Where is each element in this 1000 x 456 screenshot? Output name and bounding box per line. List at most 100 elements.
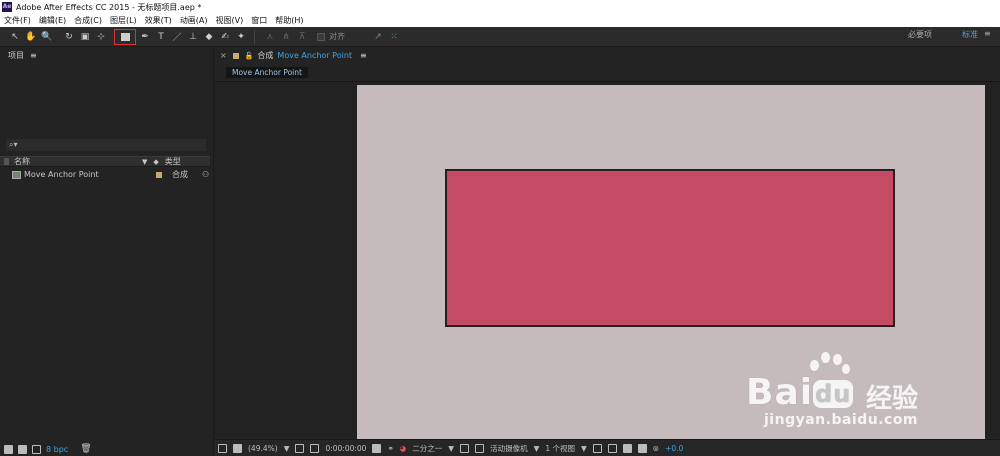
menu-edit[interactable]: 编辑(E) <box>35 15 70 26</box>
close-panel-icon[interactable]: × <box>220 51 227 60</box>
menu-file[interactable]: 文件(F) <box>0 15 35 26</box>
rectangle-shape-icon <box>120 32 130 41</box>
views-arrow-icon[interactable]: ▼ <box>581 444 587 453</box>
toolbar-divider <box>254 29 255 44</box>
project-panel-menu-icon[interactable]: ≡ <box>30 51 37 60</box>
camera-arrow-icon[interactable]: ▼ <box>534 444 540 453</box>
comp-label-swatch <box>232 52 239 59</box>
zoom-dropdown-arrow-icon[interactable]: ▼ <box>284 444 290 453</box>
snapshot-icon[interactable] <box>372 443 382 453</box>
baidu-jingyan-watermark: Baidu 经验 jingyan.baidu.com <box>746 350 946 436</box>
camera-tool-icon[interactable]: ▣ <box>78 30 92 44</box>
tools-toolbar: ↖ ✋ 🔍 ↻ ▣ ⊹ ✒ T ／ ⊥ ◆ ✍ ✦ ⋏ ⋔ ⊼ 对齐 ↗ ⁙ 必… <box>0 27 1000 47</box>
project-panel: 项目 ≡ ⌕▾ 名称 ▼ ◆ 类型 Move Anchor Point 合成 ⚇… <box>0 48 210 456</box>
name-column-header[interactable]: 名称 <box>14 156 142 167</box>
type-tool-icon[interactable]: T <box>154 30 168 44</box>
flowchart-view-icon[interactable] <box>637 443 647 453</box>
window-title: Adobe After Effects CC 2015 - 无标题项目.aep … <box>16 2 202 12</box>
world-axis-icon[interactable]: ⋔ <box>279 30 293 44</box>
type-column-header[interactable]: 类型 <box>165 156 181 167</box>
exposure-value[interactable]: +0.0 <box>665 444 683 453</box>
rectangle-tool-icon[interactable] <box>114 28 136 45</box>
timeline-icon[interactable] <box>622 443 632 453</box>
project-item-row[interactable]: Move Anchor Point 合成 ⚇ <box>0 169 210 180</box>
composition-panel-header: × 🔓 合成 Move Anchor Point ≡ <box>214 48 1000 63</box>
menu-window[interactable]: 窗口 <box>247 15 271 26</box>
puppet-tool-icon[interactable]: ✦ <box>234 30 248 44</box>
watermark-url: jingyan.baidu.com <box>764 412 919 428</box>
workspace-standard[interactable]: 标准 <box>962 29 978 40</box>
transparency-grid-icon[interactable] <box>475 443 485 453</box>
menu-help[interactable]: 帮助(H) <box>271 15 307 26</box>
workspace-essentials[interactable]: 必要项 <box>908 29 932 40</box>
hand-tool-icon[interactable]: ✋ <box>24 30 38 44</box>
mask-visibility-icon[interactable] <box>310 443 320 453</box>
comp-panel-menu-icon[interactable]: ≡ <box>360 51 367 60</box>
toggle-pixel-aspect-icon[interactable] <box>592 443 602 453</box>
project-footer: 8 bpc 🗑 <box>0 442 210 456</box>
project-item-name: Move Anchor Point <box>24 170 99 179</box>
menu-view[interactable]: 视图(V) <box>212 15 248 26</box>
resolution-arrow-icon[interactable]: ▼ <box>448 444 454 453</box>
composition-icon <box>12 170 21 179</box>
snap-options-icon[interactable]: ↗ <box>371 30 385 44</box>
monitor-icon[interactable] <box>233 443 242 453</box>
snap-checkbox[interactable] <box>317 32 325 41</box>
comp-panel-label: 合成 <box>257 51 274 60</box>
project-column-headers: 名称 ▼ ◆ 类型 <box>0 156 210 167</box>
grid-icon[interactable] <box>295 443 305 453</box>
rotation-tool-icon[interactable]: ↻ <box>62 30 76 44</box>
project-panel-header: 项目 ≡ <box>0 48 210 62</box>
sort-arrow-icon[interactable]: ▼ <box>142 158 147 166</box>
project-search-input[interactable]: ⌕▾ <box>6 139 206 151</box>
comp-panel-name[interactable]: Move Anchor Point <box>277 51 352 60</box>
always-preview-icon[interactable] <box>218 443 227 453</box>
label-column-icon <box>4 158 9 165</box>
snap-label: 对齐 <box>329 32 345 41</box>
trash-icon[interactable]: 🗑 <box>80 444 91 454</box>
project-panel-title[interactable]: 项目 <box>8 50 24 61</box>
pen-tool-icon[interactable]: ✒ <box>138 30 152 44</box>
title-bar: Ae Adobe After Effects CC 2015 - 无标题项目.a… <box>0 0 1000 14</box>
flowchart-icon[interactable]: ⚇ <box>202 170 209 179</box>
label-color-swatch[interactable] <box>156 171 162 178</box>
resolution-dropdown[interactable]: 二分之一 <box>412 443 442 454</box>
region-of-interest-icon[interactable] <box>460 443 470 453</box>
snap-toggle[interactable]: 对齐 <box>317 31 345 42</box>
menu-composition[interactable]: 合成(C) <box>70 15 106 26</box>
workspace-menu-icon[interactable]: ≡ <box>984 29 991 38</box>
show-channel-icon[interactable]: ◕ <box>400 444 407 453</box>
composition-tab[interactable]: Move Anchor Point <box>226 67 308 78</box>
new-folder-icon[interactable] <box>18 444 27 454</box>
fast-previews-icon[interactable] <box>607 443 617 453</box>
show-snapshot-icon[interactable]: ⚭ <box>387 444 393 453</box>
roto-brush-tool-icon[interactable]: ✍ <box>218 30 232 44</box>
current-timecode[interactable]: 0:00:00:00 <box>325 444 366 453</box>
camera-dropdown[interactable]: 活动摄像机 <box>490 443 528 454</box>
zoom-tool-icon[interactable]: 🔍 <box>40 30 54 44</box>
views-dropdown[interactable]: 1 个视图 <box>545 443 575 454</box>
snap-feather-icon[interactable]: ⁙ <box>387 30 401 44</box>
selection-tool-icon[interactable]: ↖ <box>8 30 22 44</box>
watermark-brand: Baidu <box>746 372 854 413</box>
menu-animation[interactable]: 动画(A) <box>176 15 212 26</box>
lock-icon[interactable]: 🔓 <box>245 52 254 60</box>
bpc-toggle[interactable]: 8 bpc <box>46 445 68 454</box>
eraser-tool-icon[interactable]: ◆ <box>202 30 216 44</box>
menu-bar: 文件(F) 编辑(E) 合成(C) 图层(L) 效果(T) 动画(A) 视图(V… <box>0 14 1000 27</box>
menu-effect[interactable]: 效果(T) <box>141 15 176 26</box>
tag-icon[interactable]: ◆ <box>153 158 158 166</box>
project-item-type: 合成 <box>172 170 188 179</box>
brush-tool-icon[interactable]: ／ <box>170 30 184 44</box>
clone-stamp-tool-icon[interactable]: ⊥ <box>186 30 200 44</box>
ae-logo-icon: Ae <box>2 2 12 12</box>
view-axis-icon[interactable]: ⊼ <box>295 30 309 44</box>
rectangle-shape-layer[interactable] <box>445 169 895 327</box>
interpret-footage-icon[interactable] <box>4 444 13 454</box>
new-composition-icon[interactable] <box>32 444 41 454</box>
local-axis-icon[interactable]: ⋏ <box>263 30 277 44</box>
menu-layer[interactable]: 图层(L) <box>106 15 141 26</box>
reset-exposure-icon[interactable]: ⊛ <box>653 444 659 453</box>
pan-behind-tool-icon[interactable]: ⊹ <box>94 30 108 44</box>
zoom-dropdown[interactable]: (49.4%) <box>248 444 278 453</box>
